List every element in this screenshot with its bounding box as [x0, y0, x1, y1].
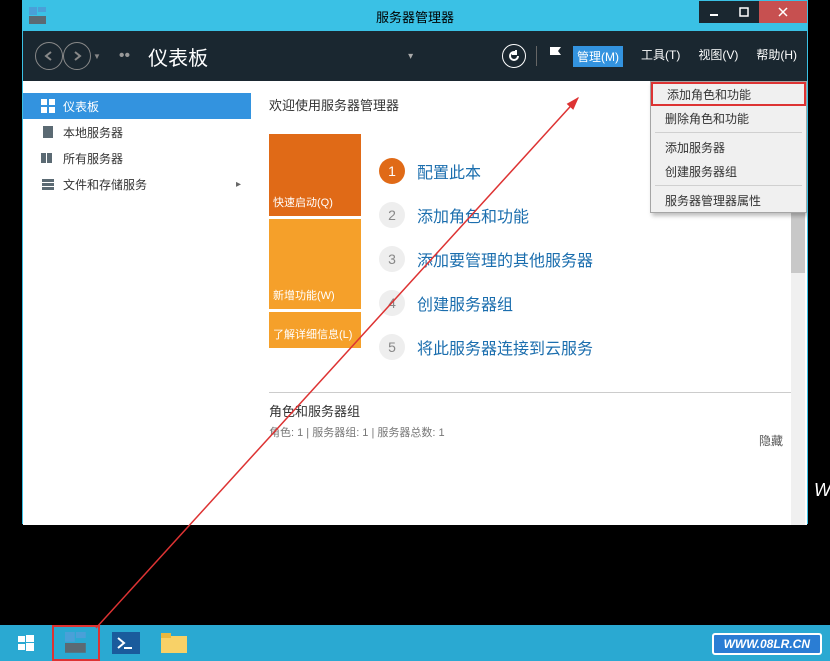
dropdown-item-properties[interactable]: 服务器管理器属性 — [651, 188, 806, 212]
main-panel: 欢迎使用服务器管理器 快速启动(Q) 新增功能(W) 了解详细信息(L) 1配置… — [251, 81, 807, 525]
stray-w: W — [814, 480, 830, 501]
window-title: 服务器管理器 — [376, 7, 454, 26]
sidebar-item-label: 本地服务器 — [63, 124, 123, 141]
step-3[interactable]: 3添加要管理的其他服务器 — [379, 246, 807, 272]
taskbar-explorer[interactable] — [152, 627, 196, 659]
chevron-right-icon: ▸ — [236, 179, 241, 190]
breadcrumb-caret-icon: ▾ — [408, 51, 413, 62]
toolbar: ▼ •• 仪表板 ▾ 管理(M) 工具(T) 视图(V) 帮助(H) — [23, 31, 807, 81]
dropdown-item-remove-roles[interactable]: 删除角色和功能 — [651, 106, 806, 130]
notifications-icon[interactable] — [547, 45, 563, 68]
titlebar: 服务器管理器 — [23, 1, 807, 31]
nav-history-caret[interactable]: ▼ — [93, 52, 101, 61]
server-icon — [41, 125, 55, 139]
sidebar-item-storage[interactable]: 文件和存储服务 ▸ — [23, 171, 251, 197]
step-5[interactable]: 5将此服务器连接到云服务 — [379, 334, 807, 360]
maximize-button[interactable] — [729, 1, 759, 23]
client-area: 仪表板 本地服务器 所有服务器 文件和存储服务 ▸ 欢迎使用服务器管理器 快速启… — [23, 81, 807, 525]
hide-link[interactable]: 隐藏 — [759, 432, 783, 449]
taskbar-server-manager[interactable] — [52, 625, 100, 661]
dropdown-separator — [655, 132, 802, 133]
tile-whatsnew[interactable]: 新增功能(W) — [269, 219, 361, 309]
app-window: 服务器管理器 ▼ •• 仪表板 ▾ 管理(M) 工具(T) 视图(V) 帮助(H… — [22, 0, 808, 524]
taskbar-start[interactable] — [4, 627, 48, 659]
menu-view[interactable]: 视图(V) — [698, 46, 738, 67]
sidebar: 仪表板 本地服务器 所有服务器 文件和存储服务 ▸ — [23, 81, 251, 525]
sidebar-item-dashboard[interactable]: 仪表板 — [23, 93, 251, 119]
refresh-button[interactable] — [502, 44, 526, 68]
section-divider — [269, 392, 791, 393]
back-button[interactable] — [35, 42, 63, 70]
tile-quickstart[interactable]: 快速启动(Q) — [269, 134, 361, 216]
close-button[interactable] — [759, 1, 807, 23]
dropdown-item-add-server[interactable]: 添加服务器 — [651, 135, 806, 159]
roles-section-subtitle: 角色: 1 | 服务器组: 1 | 服务器总数: 1 — [269, 424, 807, 440]
dropdown-item-add-roles[interactable]: 添加角色和功能 — [651, 82, 806, 106]
tile-learnmore[interactable]: 了解详细信息(L) — [269, 312, 361, 348]
watermark-badge: WWW.08LR.CN — [712, 633, 822, 655]
taskbar: WWW.08LR.CN — [0, 625, 830, 661]
servers-icon — [41, 151, 55, 165]
sidebar-item-label: 所有服务器 — [63, 150, 123, 167]
menu-help[interactable]: 帮助(H) — [756, 46, 797, 67]
step-4[interactable]: 4创建服务器组 — [379, 290, 807, 316]
taskbar-powershell[interactable] — [104, 627, 148, 659]
sidebar-item-label: 仪表板 — [63, 98, 99, 115]
menu-tools[interactable]: 工具(T) — [641, 46, 680, 67]
tile-column: 快速启动(Q) 新增功能(W) 了解详细信息(L) — [269, 134, 361, 378]
forward-button[interactable] — [63, 42, 91, 70]
toolbar-separator — [536, 46, 537, 66]
sidebar-item-label: 文件和存储服务 — [63, 176, 147, 193]
storage-icon — [41, 177, 55, 191]
dropdown-separator — [655, 185, 802, 186]
minimize-button[interactable] — [699, 1, 729, 23]
menu-manage[interactable]: 管理(M) — [573, 46, 623, 67]
breadcrumb-separator-icon: •• — [119, 47, 130, 65]
app-icon — [29, 7, 47, 25]
roles-section-title: 角色和服务器组 — [269, 401, 807, 420]
dashboard-icon — [41, 99, 55, 113]
breadcrumb-title: 仪表板 — [148, 42, 208, 71]
sidebar-item-local[interactable]: 本地服务器 — [23, 119, 251, 145]
manage-dropdown: 添加角色和功能 删除角色和功能 添加服务器 创建服务器组 服务器管理器属性 — [650, 81, 807, 213]
sidebar-item-all[interactable]: 所有服务器 — [23, 145, 251, 171]
dropdown-item-create-group[interactable]: 创建服务器组 — [651, 159, 806, 183]
